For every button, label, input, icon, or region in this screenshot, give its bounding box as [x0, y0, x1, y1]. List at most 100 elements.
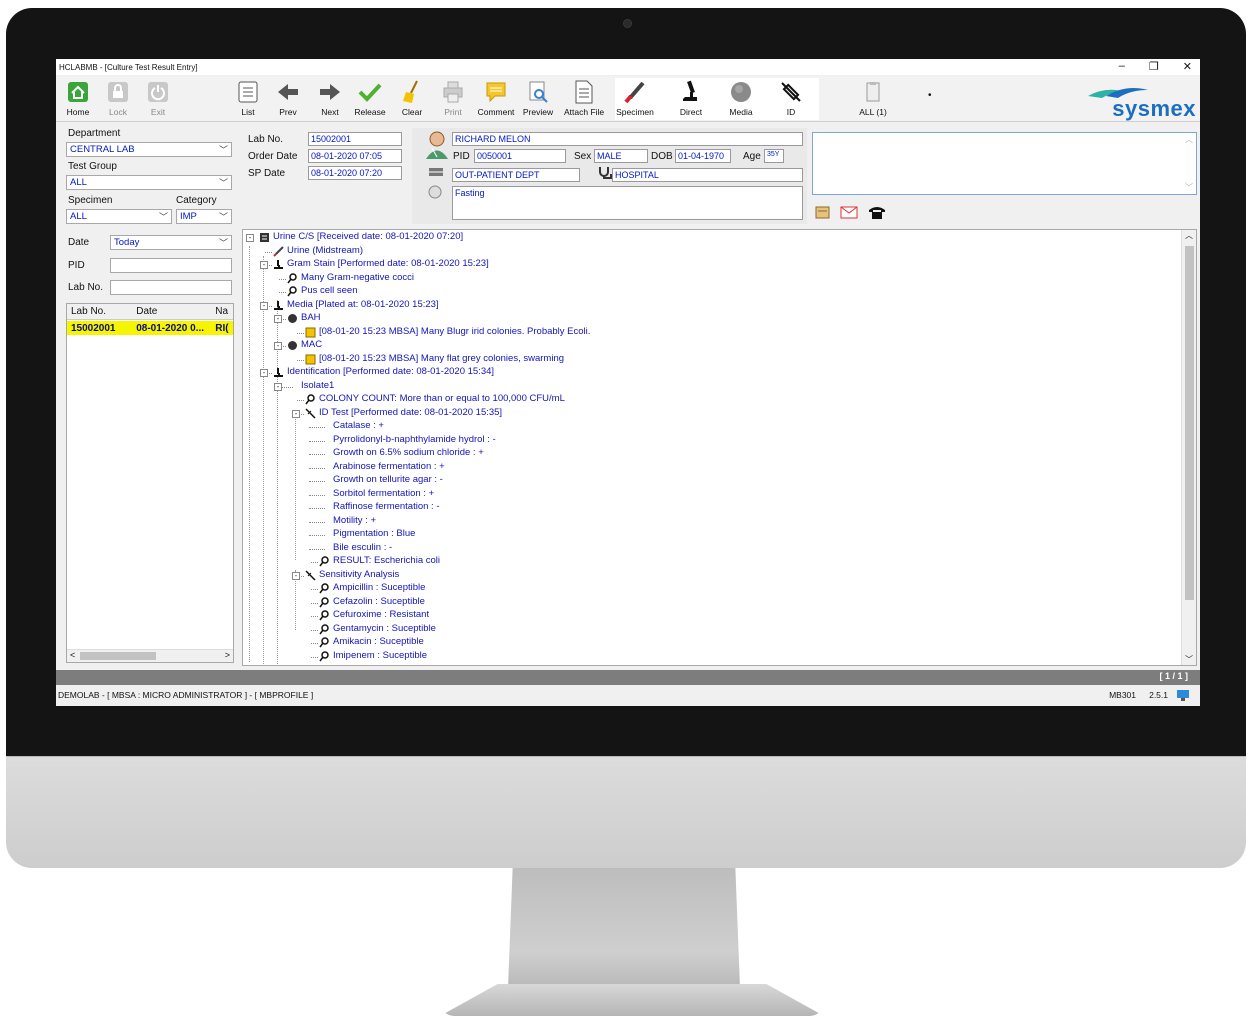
restore-icon[interactable]: ❐ [1149, 60, 1159, 73]
clear-button[interactable]: Clear [392, 78, 432, 120]
tree-node[interactable]: COLONY COUNT: More than or equal to 100,… [319, 393, 565, 404]
tree-node[interactable]: Sorbitol fermentation : + [333, 488, 434, 499]
tree-node[interactable]: Amikacin : Suceptible [333, 636, 424, 647]
next-button[interactable]: Next [310, 78, 350, 120]
department-select[interactable]: CENTRAL LAB ﹀ [66, 142, 232, 157]
tree-node[interactable]: Cefuroxime : Resistant [333, 609, 429, 620]
expand-toggle-icon[interactable]: - [260, 369, 268, 377]
column-name[interactable]: Na [213, 306, 233, 317]
expand-toggle-icon[interactable]: - [292, 409, 300, 418]
expand-toggle-icon[interactable]: - [274, 382, 282, 391]
specimen-stage-tabs: Specimen Direct Media ID [615, 78, 819, 120]
more-dot[interactable]: • [928, 90, 932, 101]
tree-node[interactable]: ID Test [Performed date: 08-01-2020 15:3… [319, 407, 502, 418]
tree-node[interactable]: Gram Stain [Performed date: 08-01-2020 1… [287, 258, 489, 269]
close-icon[interactable]: ✕ [1183, 60, 1192, 73]
comment-icon [486, 82, 506, 102]
tree-node[interactable]: Growth on tellurite agar : - [333, 474, 443, 485]
tree-node[interactable]: Bile esculin : - [333, 542, 392, 553]
specimen-select[interactable]: ALL ﹀ [66, 209, 172, 224]
scroll-right-icon[interactable]: > [225, 650, 230, 660]
pid-input[interactable] [110, 258, 232, 273]
tree-node[interactable]: Ampicillin : Suceptible [333, 582, 425, 593]
tree-guide [295, 410, 296, 560]
syringe-icon [305, 569, 316, 581]
column-date[interactable]: Date [132, 306, 213, 317]
scroll-down-icon[interactable]: ﹀ [1185, 182, 1193, 193]
result-key-icon [319, 556, 329, 567]
scroll-thumb[interactable] [80, 652, 156, 660]
expand-toggle-icon[interactable]: - [274, 342, 282, 350]
email-icon[interactable] [840, 206, 858, 219]
tree-node[interactable]: Urine C/S [Received date: 08-01-2020 07:… [273, 231, 463, 242]
prev-button[interactable]: Prev [268, 78, 308, 120]
tree-node[interactable]: Identification [Performed date: 08-01-20… [287, 366, 494, 377]
tree-node[interactable]: BAH [301, 312, 321, 323]
expand-toggle-icon[interactable]: - [260, 261, 268, 269]
tree-node[interactable]: Isolate1 [301, 380, 334, 391]
direct-tab[interactable]: Direct [671, 78, 711, 120]
attach-file-button[interactable]: Attach File [564, 78, 604, 120]
expand-toggle-icon[interactable]: - [260, 301, 268, 310]
form-icon [260, 233, 269, 242]
lock-button[interactable]: Lock [98, 78, 138, 120]
phone-icon[interactable] [868, 204, 886, 220]
remarks-box[interactable]: ︿ ﹀ [812, 132, 1197, 195]
scroll-thumb[interactable] [1185, 246, 1194, 600]
home-button[interactable]: Home [58, 78, 98, 120]
tree-node[interactable]: Urine (Midstream) [287, 245, 363, 256]
tree-node[interactable]: MAC [301, 339, 322, 350]
table-row[interactable]: 15002001 08-01-2020 0... RI( [67, 321, 233, 335]
scroll-up-icon[interactable]: ︿ [1185, 230, 1193, 241]
scroll-up-icon[interactable]: ︿ [1185, 134, 1193, 145]
tree-node[interactable]: Catalase : + [333, 420, 384, 431]
notepad-icon[interactable] [814, 204, 832, 220]
result-key-icon [287, 272, 297, 283]
window-controls: – ❐ ✕ [1119, 60, 1192, 73]
tree-node[interactable]: Sensitivity Analysis [319, 569, 399, 580]
tree-node[interactable]: Cefazolin : Suceptible [333, 596, 425, 607]
category-select[interactable]: IMP ﹀ [176, 209, 232, 224]
horizontal-scrollbar[interactable]: < > [67, 649, 233, 662]
tree-node[interactable]: Motility : + [333, 515, 376, 526]
expand-toggle-icon[interactable]: - [274, 315, 282, 323]
media-tab[interactable]: Media [721, 78, 761, 120]
exit-button[interactable]: Exit [138, 78, 178, 120]
tree-node[interactable]: Imipenem : Suceptible [333, 650, 427, 661]
scroll-down-icon[interactable]: ﹀ [1185, 654, 1193, 665]
print-button[interactable]: Print [433, 78, 473, 120]
date-select[interactable]: Today ﹀ [110, 235, 232, 250]
list-icon [238, 81, 258, 102]
specimen-tab[interactable]: Specimen [615, 78, 655, 120]
tree-node[interactable]: [08-01-20 15:23 MBSA] Many flat grey col… [319, 353, 564, 364]
tree-node[interactable]: Pyrrolidonyl-b-naphthylamide hydrol : - [333, 434, 496, 445]
tree-node[interactable]: Growth on 6.5% sodium chloride : + [333, 447, 484, 458]
expand-toggle-icon[interactable]: - [292, 571, 300, 580]
list-button[interactable]: List [228, 78, 268, 120]
tree-node[interactable]: Gentamycin : Suceptible [333, 623, 436, 634]
tree-connector [311, 656, 318, 658]
tree-node[interactable]: Pigmentation : Blue [333, 528, 415, 539]
expand-toggle-icon[interactable]: - [246, 234, 254, 242]
tree-node[interactable]: Many Gram-negative cocci [301, 272, 414, 283]
labno-input[interactable] [110, 280, 232, 295]
tree-node[interactable]: [08-01-20 15:23 MBSA] Many Blugr irid co… [319, 326, 590, 337]
title-bar: HCLABMB - [Culture Test Result Entry] – … [56, 59, 1200, 75]
tree-node[interactable]: Media [Plated at: 08-01-2020 15:23] [287, 299, 439, 310]
petri-dish-icon [288, 341, 297, 350]
column-labno[interactable]: Lab No. [67, 306, 132, 317]
id-tab[interactable]: ID [771, 78, 811, 120]
minimize-icon[interactable]: – [1119, 60, 1125, 73]
tree-node[interactable]: Arabinose fermentation : + [333, 461, 445, 472]
tree-node[interactable]: Raffinose fermentation : - [333, 501, 440, 512]
specimen-value: ALL [70, 211, 87, 222]
scroll-left-icon[interactable]: < [70, 650, 75, 660]
all-filter-button[interactable]: ALL (1) [853, 78, 893, 120]
testgroup-select[interactable]: ALL ﹀ [66, 175, 232, 190]
release-button[interactable]: Release [350, 78, 390, 120]
tree-node[interactable]: RESULT: Escherichia coli [333, 555, 440, 566]
comment-button[interactable]: Comment [476, 78, 516, 120]
vertical-scrollbar[interactable]: ︿ ﹀ [1181, 230, 1196, 665]
tree-node[interactable]: Pus cell seen [301, 285, 358, 296]
preview-button[interactable]: Preview [518, 78, 558, 120]
